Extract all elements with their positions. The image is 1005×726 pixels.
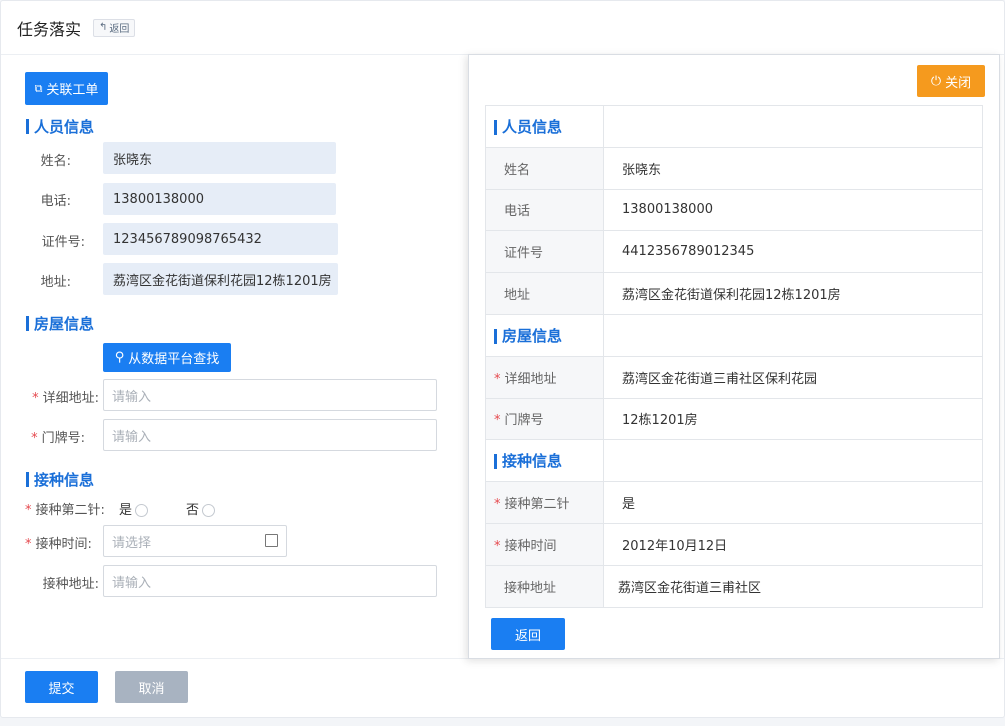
house-section-cell: 房屋信息 — [485, 313, 604, 357]
detail-panel: ⏻ 关闭 人员信息 姓名 张晓东 电话 13800138000 证件号 4412… — [468, 54, 1000, 659]
form-footer: 提交 取消 — [1, 658, 1004, 718]
second-dose-key: * 接种第二针 — [485, 481, 604, 524]
detail-address-input[interactable]: 请输入 — [103, 379, 437, 411]
table-row: 接种信息 — [485, 439, 983, 483]
table-row: * 接种时间 2012年10月12日 — [485, 522, 983, 566]
vaccine-place-value: 荔湾区金花街道三甫社区 — [603, 564, 983, 608]
person-section-title: 人员信息 — [26, 116, 94, 137]
person-section-cell: 人员信息 — [485, 105, 604, 148]
page-title: 任务落实 — [17, 19, 82, 39]
vaccine-time-picker[interactable]: 请选择 — [103, 525, 287, 557]
address-value: 荔湾区金花街道保利花园12栋1201房 — [603, 272, 983, 315]
vaccine-place-input[interactable]: 请输入 — [103, 565, 437, 597]
detail-address-key: * 详细地址 — [485, 355, 604, 399]
link-icon: ⧉ — [34, 81, 43, 95]
second-dose-no-option[interactable]: 否 — [186, 499, 216, 518]
detail-address-label: * 详细地址: — [32, 391, 99, 406]
vaccine-section-cell: 接种信息 — [485, 439, 604, 483]
door-label: * 门牌号: — [31, 431, 85, 446]
vaccine-time-placeholder: 请选择 — [112, 535, 152, 551]
table-row: 姓名 张晓东 — [485, 146, 983, 190]
id-label: 证件号: — [41, 235, 85, 250]
phone-label: 电话: — [40, 194, 71, 209]
power-icon: ⏻ — [930, 73, 942, 89]
second-dose-value: 是 — [603, 481, 983, 524]
vaccine-time-value: 2012年10月12日 — [603, 522, 983, 566]
radio-no[interactable] — [202, 504, 216, 517]
panel-back-button[interactable]: 返回 — [491, 618, 565, 650]
id-value: 4412356789012345 — [603, 230, 983, 274]
search-platform-button[interactable]: ⚲ 从数据平台查找 — [103, 343, 231, 372]
back-arrow-icon: ↰ — [99, 22, 108, 33]
door-value: 12栋1201房 — [603, 397, 983, 441]
vaccine-section-title: 接种信息 — [26, 469, 94, 490]
search-platform-label: 从数据平台查找 — [128, 352, 220, 367]
address-label: 地址: — [40, 275, 71, 290]
door-input[interactable]: 请输入 — [103, 419, 437, 451]
search-icon: ⚲ — [114, 350, 125, 365]
vaccine-time-label: * 接种时间: — [25, 537, 92, 552]
name-field: 张晓东 — [103, 142, 336, 174]
table-row: * 门牌号 12栋1201房 — [485, 397, 983, 441]
table-row: 地址 荔湾区金花街道保利花园12栋1201房 — [485, 272, 983, 315]
detail-address-value: 荔湾区金花街道三甫社区保利花园 — [603, 355, 983, 399]
phone-key: 电话 — [485, 188, 604, 232]
cancel-button[interactable]: 取消 — [115, 671, 188, 703]
vaccine-place-label: 接种地址: — [42, 577, 99, 592]
submit-button[interactable]: 提交 — [25, 671, 98, 703]
second-dose-yes-option[interactable]: 是 — [119, 499, 149, 518]
close-label: 关闭 — [945, 75, 972, 91]
close-panel-button[interactable]: ⏻ 关闭 — [917, 65, 985, 97]
door-key: * 门牌号 — [485, 397, 604, 441]
phone-field: 13800138000 — [103, 183, 336, 215]
address-key: 地址 — [485, 272, 604, 315]
back-tag-label: 返回 — [109, 24, 130, 35]
table-row: * 接种第二针 是 — [485, 481, 983, 524]
house-section-title: 房屋信息 — [26, 313, 94, 334]
name-value: 张晓东 — [603, 146, 983, 190]
name-label: 姓名: — [40, 154, 71, 169]
vaccine-place-key: 接种地址 — [485, 564, 604, 608]
link-ticket-button[interactable]: ⧉ 关联工单 — [25, 72, 108, 105]
radio-yes[interactable] — [135, 504, 149, 517]
calendar-icon — [265, 534, 278, 547]
table-row: * 详细地址 荔湾区金花街道三甫社区保利花园 — [485, 355, 983, 399]
vaccine-time-key: * 接种时间 — [485, 522, 604, 566]
page-header: 任务落实 ↰ 返回 — [1, 1, 1004, 55]
table-row: 接种地址 荔湾区金花街道三甫社区 — [485, 564, 983, 608]
table-row: 证件号 4412356789012345 — [485, 230, 983, 274]
address-field: 荔湾区金花街道保利花园12栋1201房 — [103, 263, 338, 295]
id-field: 123456789098765432 — [103, 223, 338, 255]
table-row: 人员信息 — [485, 105, 983, 148]
detail-table: 人员信息 姓名 张晓东 电话 13800138000 证件号 441235678… — [485, 105, 983, 608]
table-row: 电话 13800138000 — [485, 188, 983, 232]
name-key: 姓名 — [485, 146, 604, 190]
id-key: 证件号 — [485, 230, 604, 274]
phone-value: 13800138000 — [603, 188, 983, 232]
back-tag-button[interactable]: ↰ 返回 — [93, 18, 136, 37]
second-dose-label: * 接种第二针: — [25, 503, 105, 518]
link-ticket-label: 关联工单 — [46, 83, 99, 98]
table-row: 房屋信息 — [485, 313, 983, 357]
